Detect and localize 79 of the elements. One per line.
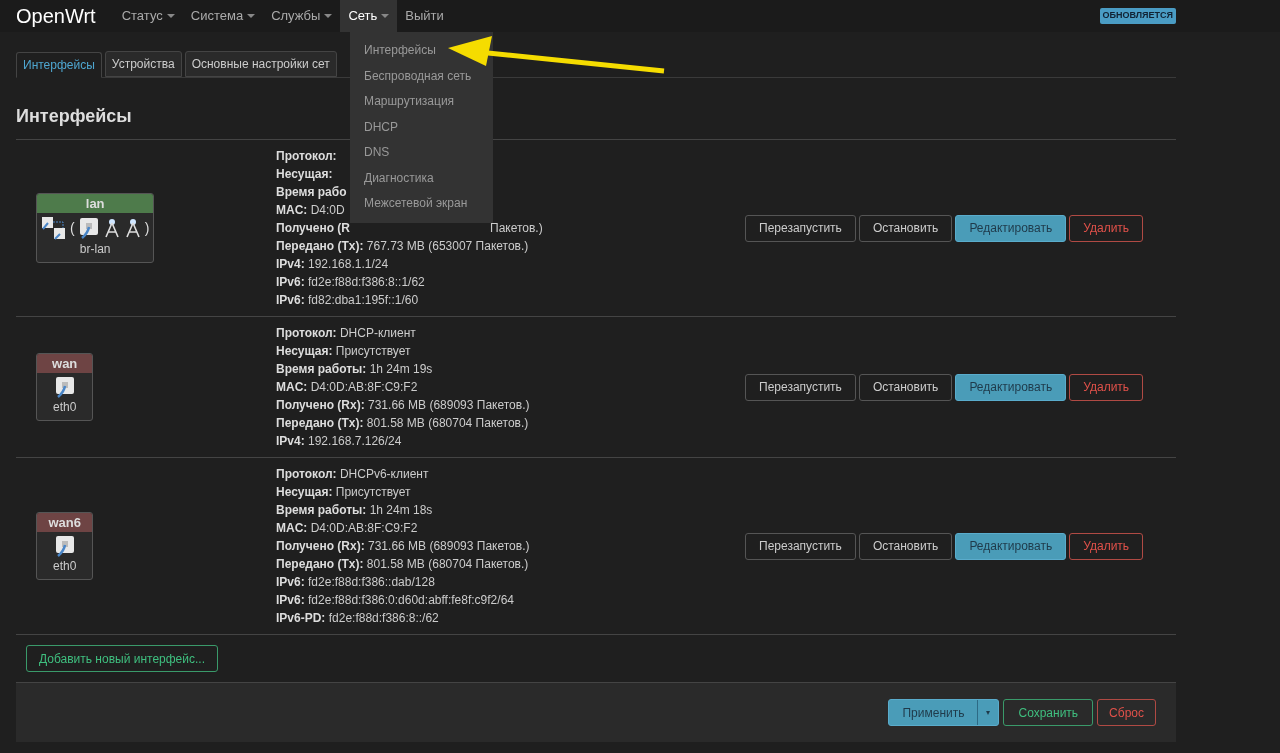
save-button[interactable]: Сохранить xyxy=(1003,699,1094,726)
nav-menu[interactable]: Службы xyxy=(263,0,341,32)
info-line: Время работы: 1h 24m 18s xyxy=(276,502,433,519)
info-line: Получено (Rx): 731.66 MB (689093 Пакетов.) xyxy=(276,397,530,414)
reset-button[interactable]: Сброс xyxy=(1097,699,1156,726)
bracket-symbol: ) xyxy=(144,218,150,238)
row-action-button[interactable]: Удалить xyxy=(1069,373,1144,401)
info-line: IPv6: fd2e:f88d:f386:0:d60d:abff:fe8f:c9f2/64 xyxy=(276,592,514,609)
antenna-icon xyxy=(102,218,121,238)
menu-item[interactable]: Маршрутизация xyxy=(350,89,493,115)
menu-item[interactable]: Диагностика xyxy=(350,165,493,191)
row-action-button[interactable]: Редактировать xyxy=(955,532,1067,560)
info-line: IPv4: 192.168.7.126/24 xyxy=(276,433,402,450)
info-line: MAC: D4:0D xyxy=(276,202,345,219)
apply-menu-button[interactable]: ▾ xyxy=(977,700,999,725)
caret-icon xyxy=(381,14,390,18)
info-line: IPv6: fd2e:f88d:f386::dab/128 xyxy=(276,574,435,591)
row-action-button[interactable]: Перезапустить xyxy=(745,214,856,242)
info-line: Несущая: xyxy=(276,166,333,183)
info-line: IPv6: fd2e:f88d:f386:8::1/62 xyxy=(276,274,425,291)
menu-item[interactable]: Интерфейсы xyxy=(350,38,493,64)
info-line: Время работы: 1h 24m 19s xyxy=(276,361,433,378)
info-line: MAC: D4:0D:AB:8F:C9:F2 xyxy=(276,379,418,396)
info-line: IPv4: 192.168.1.1/24 xyxy=(276,256,389,273)
page-heading: Интерфейсы xyxy=(16,105,132,128)
apply-button[interactable]: Применить xyxy=(889,700,978,725)
row-action-button[interactable]: Удалить xyxy=(1069,532,1144,560)
info-line: Несущая: Присутствует xyxy=(276,484,411,501)
interface-name: wan xyxy=(37,354,93,373)
antenna-icon xyxy=(123,218,142,238)
ethernet-port-icon xyxy=(53,535,76,557)
info-line: Передано (Tx): 801.58 MB (680704 Пакетов.) xyxy=(276,415,529,432)
info-line: Получено (Rx): 731.66 MB (689093 Пакетов.) xyxy=(276,538,530,555)
caret-icon xyxy=(166,14,175,18)
info-line: Протокол: xyxy=(276,148,337,165)
bridge-icon xyxy=(41,216,67,240)
info-line: Получено (R xyxy=(276,220,351,237)
caret-icon xyxy=(324,14,333,18)
device-name: eth0 xyxy=(52,399,78,416)
row-action-button[interactable]: Редактировать xyxy=(955,373,1067,401)
device-name: eth0 xyxy=(52,558,78,575)
ethernet-port-icon xyxy=(77,217,100,239)
nav-menu[interactable]: Сеть xyxy=(340,0,398,32)
add-interface-button[interactable]: Добавить новый интерфейс... xyxy=(26,645,218,672)
row-action-button[interactable]: Редактировать xyxy=(955,214,1067,242)
info-line: Протокол: DHCP-клиент xyxy=(276,325,416,342)
row-action-button[interactable]: Остановить xyxy=(858,214,953,242)
brand-logo[interactable]: OpenWrt xyxy=(16,1,96,31)
bracket-symbol: ( xyxy=(70,218,75,238)
menu-item[interactable]: Беспроводная сеть xyxy=(350,63,493,89)
nav-menu[interactable]: Система xyxy=(182,0,264,32)
tab[interactable]: Основные настройки сет xyxy=(184,51,337,77)
info-line: Передано (Tx): 767.73 MB (653007 Пакетов.) xyxy=(276,238,529,255)
info-line: IPv6: fd82:dba1:195f::1/60 xyxy=(276,292,419,309)
info-line: Время рабо xyxy=(276,184,347,201)
menu-item[interactable]: DHCP xyxy=(350,114,493,140)
tab[interactable]: Устройства xyxy=(104,51,182,77)
caret-icon xyxy=(247,14,256,18)
info-line: IPv6-PD: fd2e:f88d:f386:8::/62 xyxy=(276,610,439,627)
menu-item[interactable]: Межсетевой экран xyxy=(350,191,493,217)
info-line: Передано (Tx): 801.58 MB (680704 Пакетов.) xyxy=(276,556,529,573)
row-action-button[interactable]: Удалить xyxy=(1069,214,1144,242)
device-name: br-lan xyxy=(78,241,112,258)
info-line: Протокол: DHCPv6-клиент xyxy=(276,466,429,483)
ethernet-port-icon xyxy=(53,376,76,398)
nav-menu[interactable]: Статус xyxy=(113,0,183,32)
info-line: Пакетов.) xyxy=(490,220,543,237)
interface-name: wan6 xyxy=(37,513,93,532)
interface-name: lan xyxy=(37,194,154,213)
row-action-button[interactable]: Остановить xyxy=(858,532,953,560)
nav-menu[interactable]: Выйти xyxy=(397,0,452,32)
row-action-button[interactable]: Перезапустить xyxy=(745,532,856,560)
info-line: Несущая: Присутствует xyxy=(276,343,411,360)
row-action-button[interactable]: Перезапустить xyxy=(745,373,856,401)
status-badge: ОБНОВЛЯЕТСЯ xyxy=(1099,8,1176,24)
row-action-button[interactable]: Остановить xyxy=(858,373,953,401)
info-line: MAC: D4:0D:AB:8F:C9:F2 xyxy=(276,520,418,537)
menu-item[interactable]: DNS xyxy=(350,140,493,166)
tab[interactable]: Интерфейсы xyxy=(16,52,102,78)
